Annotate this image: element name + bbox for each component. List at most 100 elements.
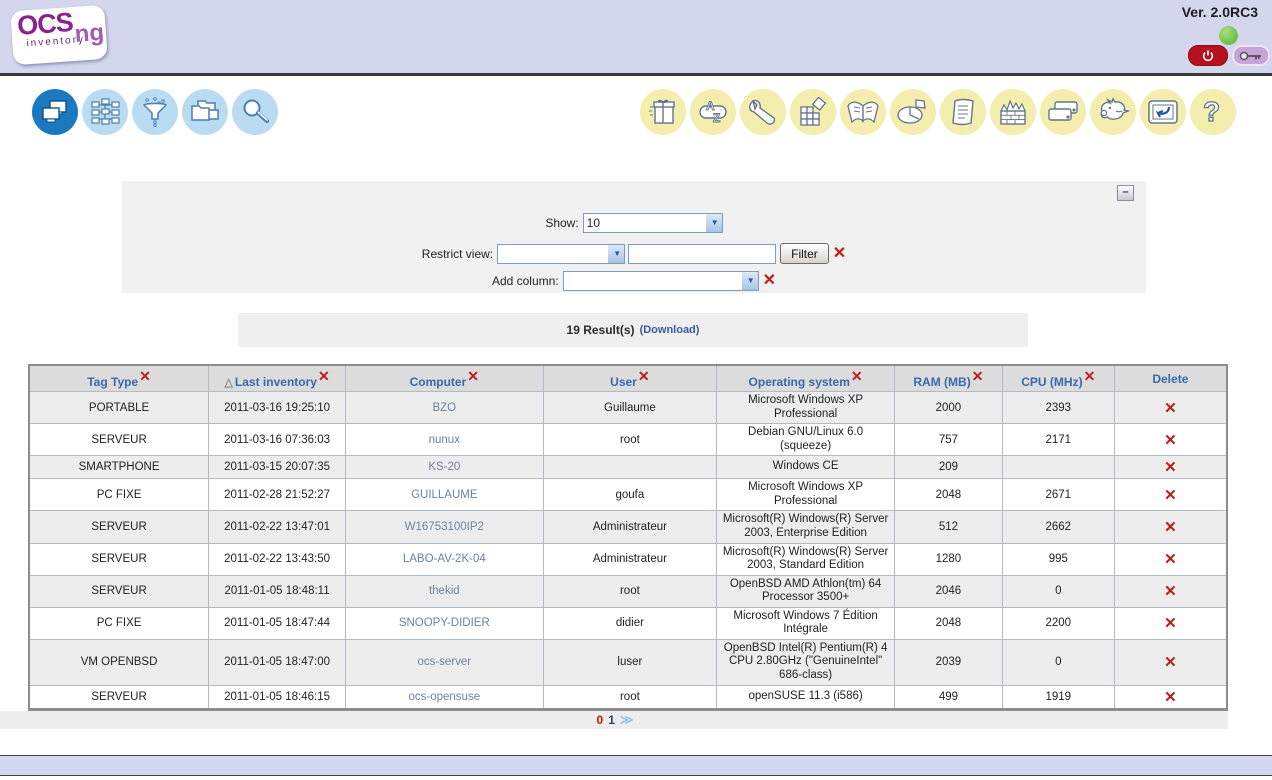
cell-os: Microsoft Windows XP Professional — [717, 479, 895, 511]
column-header-operating-system[interactable]: Operating system✕ — [717, 365, 895, 392]
delete-row-icon[interactable]: ✕ — [1164, 519, 1177, 536]
add-column-select[interactable] — [563, 271, 759, 291]
search-magnifier-icon[interactable] — [232, 89, 278, 135]
cell-computer: BZO — [346, 392, 544, 424]
logout-button[interactable] — [1188, 45, 1228, 66]
security-firewall-icon[interactable] — [990, 89, 1036, 135]
computer-link[interactable]: thekid — [429, 585, 460, 597]
cell-delete: ✕ — [1114, 456, 1227, 479]
duplicates-cards-icon[interactable] — [1040, 89, 1086, 135]
local-import-screen-icon[interactable] — [1140, 89, 1186, 135]
filter-button[interactable]: Filter — [780, 243, 829, 264]
delete-row-icon[interactable]: ✕ — [1164, 459, 1177, 476]
groups-folders-icon[interactable] — [182, 89, 228, 135]
delete-row-icon[interactable]: ✕ — [1164, 400, 1177, 417]
computer-link[interactable]: BZO — [432, 402, 456, 414]
deployment-gift-icon[interactable] — [640, 89, 686, 135]
computer-link[interactable]: W16753100IP2 — [405, 521, 484, 533]
remove-column-icon[interactable]: ✕ — [1084, 368, 1096, 384]
network-map-icon[interactable] — [82, 89, 128, 135]
help-question-icon[interactable]: ? — [1190, 89, 1236, 135]
computer-link[interactable]: SNOOPY-DIDIER — [399, 617, 490, 629]
remove-column-icon[interactable]: ✕ — [318, 368, 330, 384]
next-page-icon[interactable]: ≫ — [620, 712, 632, 728]
agent-face-icon[interactable] — [1090, 89, 1136, 135]
cell-user: luser — [543, 639, 717, 685]
restrict-view-input[interactable] — [628, 244, 776, 264]
all-computers-icon[interactable] — [32, 89, 78, 135]
remove-column-icon[interactable]: ✕ — [139, 368, 151, 384]
cell-os: Microsoft Windows 7 Édition Intégrale — [717, 607, 895, 639]
key-icon — [1239, 50, 1263, 62]
cell-user: Administrateur — [543, 543, 717, 575]
delete-row-icon[interactable]: ✕ — [1164, 487, 1177, 504]
reports-paper-icon[interactable] — [940, 89, 986, 135]
cell-tag: PORTABLE — [29, 392, 209, 424]
delete-row-icon[interactable]: ✕ — [1164, 432, 1177, 449]
computer-link[interactable]: ocs-opensuse — [409, 691, 481, 703]
config-wrench-icon[interactable] — [740, 89, 786, 135]
page-0-link[interactable]: 0 — [597, 713, 604, 727]
cell-ram: 1280 — [894, 543, 1002, 575]
computer-link[interactable]: ocs-server — [417, 656, 471, 668]
cell-delete: ✕ — [1114, 479, 1227, 511]
table-row: SMARTPHONE2011-03-15 20:07:35KS-20Window… — [29, 456, 1227, 479]
column-header-computer[interactable]: Computer✕ — [346, 365, 544, 392]
computer-link[interactable]: nunux — [429, 434, 460, 446]
table-row: PC FIXE2011-02-28 21:52:27GUILLAUMEgoufa… — [29, 479, 1227, 511]
clear-filter-icon[interactable]: ✕ — [833, 246, 846, 262]
cell-user: root — [543, 685, 717, 709]
column-header-ram-mb-[interactable]: RAM (MB)✕ — [894, 365, 1002, 392]
cell-delete: ✕ — [1114, 607, 1227, 639]
download-link[interactable]: (Download) — [640, 324, 700, 336]
sort-ascending-icon[interactable]: △ — [224, 377, 232, 389]
table-row: PC FIXE2011-01-05 18:47:44SNOOPY-DIDIERd… — [29, 607, 1227, 639]
remove-column-icon[interactable]: ✕ — [638, 368, 650, 384]
cell-cpu: 2200 — [1002, 607, 1114, 639]
cell-computer: SNOOPY-DIDIER — [346, 607, 544, 639]
column-header-cpu-mhz-[interactable]: CPU (MHz)✕ — [1002, 365, 1114, 392]
column-header-user[interactable]: User✕ — [543, 365, 717, 392]
cell-cpu: 2171 — [1002, 424, 1114, 456]
restrict-view-select[interactable] — [497, 244, 625, 264]
cell-ram: 2048 — [894, 607, 1002, 639]
delete-row-icon[interactable]: ✕ — [1164, 551, 1177, 568]
cell-cpu: 995 — [1002, 543, 1114, 575]
column-header-delete[interactable]: Delete — [1114, 365, 1227, 392]
cell-delete: ✕ — [1114, 392, 1227, 424]
ocs-logo[interactable]: OCS ng inventory — [10, 5, 108, 65]
remove-column-icon[interactable]: ✕ — [972, 368, 984, 384]
search-funnel-icon[interactable] — [132, 89, 178, 135]
cell-delete: ✕ — [1114, 575, 1227, 607]
cell-os: OpenBSD Intel(R) Pentium(R) 4 CPU 2.80GH… — [717, 639, 895, 685]
registry-blocks-icon[interactable] — [790, 89, 836, 135]
cell-user: root — [543, 575, 717, 607]
remove-column-icon[interactable]: ✕ — [851, 368, 863, 384]
cell-delete: ✕ — [1114, 511, 1227, 543]
delete-row-icon[interactable]: ✕ — [1164, 615, 1177, 632]
dictionary-az-icon[interactable]: A Z — [690, 89, 736, 135]
show-count-select[interactable]: 10 — [583, 213, 723, 233]
delete-row-icon[interactable]: ✕ — [1164, 583, 1177, 600]
remove-column-icon[interactable]: ✕ — [467, 368, 479, 384]
cell-last_inventory: 2011-02-28 21:52:27 — [209, 479, 346, 511]
clear-add-column-icon[interactable]: ✕ — [763, 273, 776, 289]
cell-computer: nunux — [346, 424, 544, 456]
cell-delete: ✕ — [1114, 424, 1227, 456]
delete-row-icon[interactable]: ✕ — [1164, 654, 1177, 671]
documentation-book-icon[interactable] — [840, 89, 886, 135]
minimize-panel-button[interactable]: – — [1117, 185, 1134, 201]
computer-link[interactable]: KS-20 — [428, 461, 460, 473]
cell-computer: ocs-server — [346, 639, 544, 685]
key-button[interactable] — [1232, 45, 1270, 66]
page-1-link[interactable]: 1 — [608, 713, 615, 727]
power-icon — [1201, 49, 1215, 63]
computer-link[interactable]: GUILLAUME — [411, 489, 477, 501]
computer-link[interactable]: LABO-AV-2K-04 — [403, 553, 486, 565]
cell-cpu: 2671 — [1002, 479, 1114, 511]
cell-computer: W16753100IP2 — [346, 511, 544, 543]
column-header-tag-type[interactable]: Tag Type✕ — [29, 365, 209, 392]
statistics-pie-icon[interactable] — [890, 89, 936, 135]
delete-row-icon[interactable]: ✕ — [1164, 689, 1177, 706]
column-header-last-inventory[interactable]: △Last inventory✕ — [209, 365, 346, 392]
